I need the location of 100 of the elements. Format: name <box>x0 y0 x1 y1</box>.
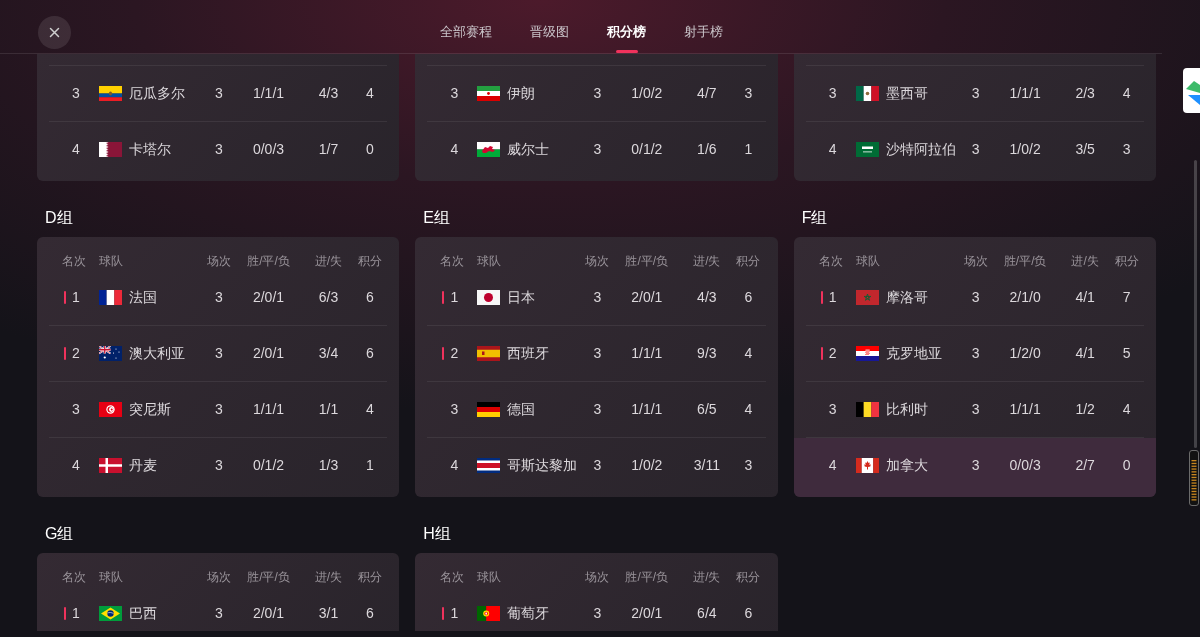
goals-for-against: 6/4 <box>696 606 718 621</box>
column-header: 名次 <box>439 253 466 270</box>
rank-number: 2 <box>71 346 81 361</box>
win-draw-loss: 1/0/2 <box>630 458 664 473</box>
column-header: 胜/平/负 <box>1002 253 1048 270</box>
win-draw-loss: 2/0/1 <box>630 606 664 621</box>
goals-for-against: 3/4 <box>317 346 340 361</box>
win-draw-loss: 2/0/1 <box>251 290 286 305</box>
tab[interactable]: 晋级图 <box>530 0 569 53</box>
rank-number: 4 <box>71 142 81 157</box>
column-header: 场次 <box>585 253 610 270</box>
column-header: 球队 <box>99 569 124 586</box>
goals-for-against: 4/1 <box>1074 346 1096 361</box>
column-header: 积分 <box>1113 253 1140 270</box>
rank-number: 3 <box>449 86 460 101</box>
goals-for-against: 1/3 <box>317 458 340 473</box>
win-draw-loss: 1/2/0 <box>1008 346 1042 361</box>
win-draw-loss: 1/1/1 <box>1008 86 1042 101</box>
rank-number: 3 <box>71 86 81 101</box>
matches-played: 3 <box>592 606 603 621</box>
team-name: 克罗地亚 <box>885 346 942 361</box>
column-header: 球队 <box>855 253 881 270</box>
points: 3 <box>743 458 754 473</box>
matches-played: 3 <box>592 86 603 101</box>
column-header: 胜/平/负 <box>246 253 291 270</box>
team-name: 巴西 <box>129 606 157 621</box>
team-name: 卡塔尔 <box>129 142 171 157</box>
win-draw-loss: 2/0/1 <box>251 606 286 621</box>
column-header: 场次 <box>963 253 988 270</box>
rank-number: 3 <box>827 86 838 101</box>
team-name: 威尔士 <box>507 142 550 157</box>
tab[interactable]: 全部赛程 <box>440 0 492 53</box>
win-draw-loss: 0/0/3 <box>1008 458 1042 473</box>
rank-number: 3 <box>449 402 460 417</box>
win-draw-loss: 1/1/1 <box>630 402 664 417</box>
goals-for-against: 6/5 <box>696 402 718 417</box>
app-widget-icon[interactable] <box>1183 68 1200 113</box>
rank-number: 1 <box>71 606 81 621</box>
team-name: 比利时 <box>885 402 928 417</box>
team-name: 澳大利亚 <box>129 346 185 361</box>
matches-played: 3 <box>592 346 603 361</box>
points: 1 <box>365 458 375 473</box>
goals-for-against: 1/6 <box>696 142 718 157</box>
rank-number: 4 <box>449 458 460 473</box>
column-header: 进/失 <box>692 569 722 586</box>
team-name: 日本 <box>507 290 536 305</box>
goals-for-against: 4/7 <box>696 86 718 101</box>
rank-number: 4 <box>449 142 460 157</box>
rank-number: 4 <box>827 458 838 473</box>
team-name: 德国 <box>507 402 536 417</box>
points: 3 <box>743 86 754 101</box>
win-draw-loss: 1/1/1 <box>251 402 286 417</box>
highlighted-row[interactable]: 4 加拿大 3 0/0/3 2/7 0 <box>793 438 1156 497</box>
rank-number: 1 <box>827 290 838 305</box>
win-draw-loss: 0/0/3 <box>251 142 286 157</box>
column-header: 球队 <box>477 569 503 586</box>
points: 4 <box>365 402 375 417</box>
matches-played: 3 <box>970 346 981 361</box>
column-header: 积分 <box>357 569 383 586</box>
win-draw-loss: 1/0/2 <box>630 86 664 101</box>
goals-for-against: 9/3 <box>696 346 718 361</box>
tab[interactable]: 射手榜 <box>684 0 723 53</box>
matches-played: 3 <box>970 290 981 305</box>
points: 4 <box>365 86 375 101</box>
points: 5 <box>1121 346 1132 361</box>
team-name: 摩洛哥 <box>885 290 928 305</box>
column-header: 名次 <box>61 569 87 586</box>
goals-for-against: 1/1 <box>317 402 340 417</box>
matches-played: 3 <box>214 606 224 621</box>
matches-played: 3 <box>214 346 224 361</box>
goals-for-against: 3/11 <box>692 458 721 473</box>
goals-for-against: 4/1 <box>1074 290 1096 305</box>
rank-number: 2 <box>449 346 460 361</box>
points: 6 <box>365 290 375 305</box>
column-header: 进/失 <box>692 253 722 270</box>
matches-played: 3 <box>214 402 224 417</box>
win-draw-loss: 0/1/2 <box>630 142 664 157</box>
points: 6 <box>743 290 754 305</box>
points: 6 <box>365 606 375 621</box>
team-name: 加拿大 <box>885 458 928 473</box>
close-button[interactable] <box>38 16 71 49</box>
column-header: 球队 <box>477 253 503 270</box>
team-name: 哥斯达黎加 <box>507 458 578 473</box>
points: 4 <box>1121 402 1132 417</box>
win-draw-loss: 2/1/0 <box>1008 290 1042 305</box>
scroll-grip-icon[interactable] <box>1189 450 1199 506</box>
goals-for-against: 2/3 <box>1074 86 1096 101</box>
column-header: 场次 <box>585 569 610 586</box>
points: 4 <box>743 402 754 417</box>
points: 3 <box>1121 142 1132 157</box>
points: 0 <box>365 142 375 157</box>
matches-played: 3 <box>214 458 224 473</box>
group-title: H组 <box>423 524 451 544</box>
column-header: 场次 <box>207 569 231 586</box>
points: 0 <box>1121 458 1132 473</box>
column-header: 球队 <box>99 253 124 270</box>
tab[interactable]: 积分榜 <box>607 0 646 53</box>
win-draw-loss: 1/1/1 <box>1008 402 1042 417</box>
points: 6 <box>743 606 754 621</box>
scrollbar-thumb[interactable] <box>1194 160 1197 448</box>
